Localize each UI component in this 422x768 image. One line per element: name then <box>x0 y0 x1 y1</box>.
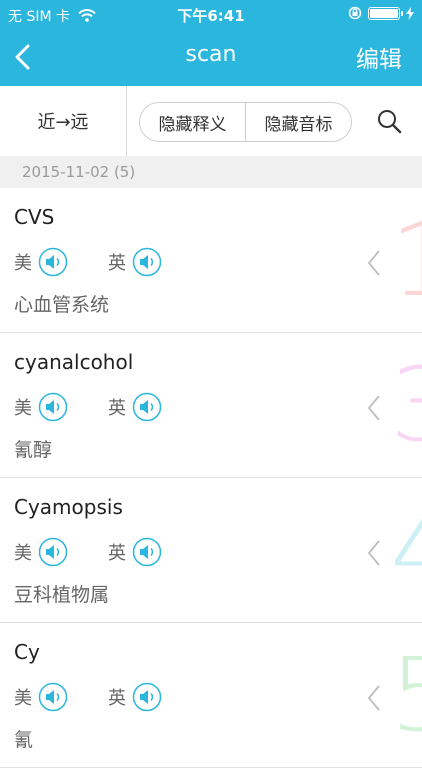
us-pronunciation: 美 <box>14 537 68 567</box>
us-label: 美 <box>14 253 32 274</box>
uk-label: 英 <box>108 398 126 419</box>
word-meaning: 豆科植物属 <box>14 584 110 606</box>
uk-pronunciation: 英 <box>108 682 162 712</box>
word-meaning: 心血管系统 <box>14 294 110 316</box>
speaker-icon[interactable] <box>132 682 162 712</box>
status-bar: 无 SIM 卡 下午6:41 <box>0 0 422 30</box>
display-toggle-group: 隐藏释义 隐藏音标 <box>139 102 352 142</box>
speaker-icon[interactable] <box>38 682 68 712</box>
word-meaning: 氰 <box>14 729 34 751</box>
word-text: Cyamopsis <box>14 495 123 519</box>
chevron-left-icon[interactable] <box>366 394 382 422</box>
word-rank-number: 3 <box>390 355 422 457</box>
word-rank-number: 1 <box>390 210 422 312</box>
chevron-left-icon[interactable] <box>366 249 382 277</box>
us-pronunciation: 美 <box>14 247 68 277</box>
hide-phonetic-button[interactable]: 隐藏音标 <box>245 103 351 141</box>
word-list: CVS 美 英 心血管系统 1 cyanalcohol 美 <box>0 188 422 768</box>
us-label: 美 <box>14 543 32 564</box>
nav-bar: scan 编辑 <box>0 30 422 86</box>
list-item[interactable]: Cyamopsis 美 英 豆科植物属 4 <box>0 478 422 623</box>
date-section-header: 2015-11-02 (5) <box>0 156 422 188</box>
sort-button[interactable]: 近→远 <box>0 86 127 156</box>
uk-label: 英 <box>108 253 126 274</box>
speaker-icon[interactable] <box>38 247 68 277</box>
speaker-icon[interactable] <box>132 392 162 422</box>
hide-meaning-button[interactable]: 隐藏释义 <box>140 103 245 141</box>
uk-pronunciation: 英 <box>108 392 162 422</box>
uk-pronunciation: 英 <box>108 247 162 277</box>
uk-label: 英 <box>108 543 126 564</box>
us-pronunciation: 美 <box>14 682 68 712</box>
speaker-icon[interactable] <box>38 537 68 567</box>
list-item[interactable]: Cy 美 英 氰 5 <box>0 623 422 768</box>
chevron-left-icon[interactable] <box>366 539 382 567</box>
charging-icon <box>406 6 414 20</box>
list-item[interactable]: CVS 美 英 心血管系统 1 <box>0 188 422 333</box>
list-item[interactable]: cyanalcohol 美 英 氰醇 3 <box>0 333 422 478</box>
toolbar: 近→远 隐藏释义 隐藏音标 <box>0 86 422 156</box>
status-right <box>348 6 414 20</box>
word-text: CVS <box>14 205 55 229</box>
top-bar: 无 SIM 卡 下午6:41 scan 编辑 <box>0 0 422 86</box>
rotation-lock-icon <box>348 6 362 20</box>
word-meaning: 氰醇 <box>14 439 53 461</box>
uk-label: 英 <box>108 688 126 709</box>
search-icon[interactable] <box>376 108 402 134</box>
edit-button[interactable]: 编辑 <box>356 40 402 74</box>
word-rank-number: 4 <box>390 500 422 602</box>
word-text: Cy <box>14 640 40 664</box>
chevron-left-icon[interactable] <box>366 684 382 712</box>
battery-icon <box>368 6 403 20</box>
speaker-icon[interactable] <box>132 247 162 277</box>
word-text: cyanalcohol <box>14 350 134 374</box>
us-pronunciation: 美 <box>14 392 68 422</box>
us-label: 美 <box>14 688 32 709</box>
speaker-icon[interactable] <box>38 392 68 422</box>
speaker-icon[interactable] <box>132 537 162 567</box>
uk-pronunciation: 英 <box>108 537 162 567</box>
word-rank-number: 5 <box>390 645 422 747</box>
us-label: 美 <box>14 398 32 419</box>
